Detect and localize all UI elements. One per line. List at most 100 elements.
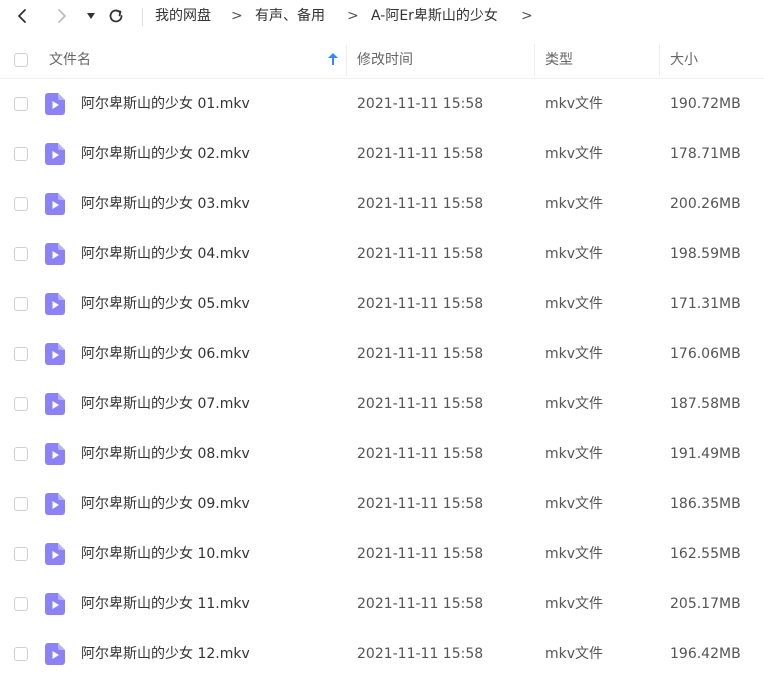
row-checkbox[interactable]	[14, 247, 28, 261]
file-size: 176.06MB	[670, 346, 741, 362]
video-file-icon	[45, 543, 65, 565]
file-size: 171.31MB	[670, 296, 741, 312]
file-size: 162.55MB	[670, 546, 741, 562]
file-modified-time: 2021-11-11 15:58	[357, 546, 484, 562]
row-checkbox[interactable]	[14, 147, 28, 161]
file-size: 178.71MB	[670, 146, 741, 162]
video-file-icon	[45, 193, 65, 215]
back-button[interactable]	[11, 4, 33, 28]
file-row[interactable]: 阿尔卑斯山的少女 09.mkv 2021-11-11 15:58 mkv文件 1…	[0, 479, 764, 529]
file-row[interactable]: 阿尔卑斯山的少女 05.mkv 2021-11-11 15:58 mkv文件 1…	[0, 279, 764, 329]
file-type: mkv文件	[545, 346, 604, 362]
column-header-name[interactable]: 文件名	[49, 50, 91, 70]
toolbar-divider	[142, 8, 143, 26]
chevron-left-icon	[18, 9, 26, 23]
column-header-modified-time[interactable]: 修改时间	[357, 50, 413, 70]
file-size: 196.42MB	[670, 646, 741, 662]
file-row[interactable]: 阿尔卑斯山的少女 03.mkv 2021-11-11 15:58 mkv文件 2…	[0, 179, 764, 229]
file-size: 190.72MB	[670, 96, 741, 112]
file-modified-time: 2021-11-11 15:58	[357, 146, 484, 162]
file-row[interactable]: 阿尔卑斯山的少女 11.mkv 2021-11-11 15:58 mkv文件 2…	[0, 579, 764, 629]
file-size: 205.17MB	[670, 596, 741, 612]
row-checkbox[interactable]	[14, 347, 28, 361]
video-file-icon	[45, 143, 65, 165]
file-name[interactable]: 阿尔卑斯山的少女 06.mkv	[81, 344, 250, 364]
file-name[interactable]: 阿尔卑斯山的少女 08.mkv	[81, 444, 250, 464]
row-checkbox[interactable]	[14, 197, 28, 211]
file-modified-time: 2021-11-11 15:58	[357, 596, 484, 612]
row-checkbox[interactable]	[14, 647, 28, 661]
file-modified-time: 2021-11-11 15:58	[357, 396, 484, 412]
file-name[interactable]: 阿尔卑斯山的少女 10.mkv	[81, 544, 250, 564]
file-row[interactable]: 阿尔卑斯山的少女 04.mkv 2021-11-11 15:58 mkv文件 1…	[0, 229, 764, 279]
sort-ascending-icon[interactable]	[327, 52, 339, 66]
file-type: mkv文件	[545, 196, 604, 212]
file-row[interactable]: 阿尔卑斯山的少女 01.mkv 2021-11-11 15:58 mkv文件 1…	[0, 79, 764, 129]
file-name[interactable]: 阿尔卑斯山的少女 11.mkv	[81, 594, 250, 614]
file-row[interactable]: 阿尔卑斯山的少女 08.mkv 2021-11-11 15:58 mkv文件 1…	[0, 429, 764, 479]
column-divider[interactable]	[346, 44, 347, 76]
file-name[interactable]: 阿尔卑斯山的少女 09.mkv	[81, 494, 250, 514]
file-name[interactable]: 阿尔卑斯山的少女 12.mkv	[81, 644, 250, 664]
video-file-icon	[45, 493, 65, 515]
file-name[interactable]: 阿尔卑斯山的少女 07.mkv	[81, 394, 250, 414]
file-modified-time: 2021-11-11 15:58	[357, 446, 484, 462]
breadcrumb-my-drive[interactable]: 我的网盘	[155, 6, 211, 26]
refresh-button[interactable]	[105, 4, 127, 28]
video-file-icon	[45, 243, 65, 265]
select-all-checkbox[interactable]	[14, 53, 28, 67]
file-type: mkv文件	[545, 496, 604, 512]
forward-button[interactable]	[51, 4, 73, 28]
row-checkbox[interactable]	[14, 597, 28, 611]
column-divider[interactable]	[534, 44, 535, 76]
row-checkbox[interactable]	[14, 97, 28, 111]
video-file-icon	[45, 643, 65, 665]
video-file-icon	[45, 443, 65, 465]
file-modified-time: 2021-11-11 15:58	[357, 496, 484, 512]
file-size: 200.26MB	[670, 196, 741, 212]
file-modified-time: 2021-11-11 15:58	[357, 296, 484, 312]
file-name[interactable]: 阿尔卑斯山的少女 03.mkv	[81, 194, 250, 214]
file-type: mkv文件	[545, 296, 604, 312]
breadcrumb-separator: >	[231, 8, 243, 24]
file-row[interactable]: 阿尔卑斯山的少女 10.mkv 2021-11-11 15:58 mkv文件 1…	[0, 529, 764, 579]
row-checkbox[interactable]	[14, 397, 28, 411]
toolbar: 我的网盘 > 有声、备用 > A-阿Er卑斯山的少女 >	[0, 0, 764, 34]
file-modified-time: 2021-11-11 15:58	[357, 196, 484, 212]
row-checkbox[interactable]	[14, 447, 28, 461]
file-size: 198.59MB	[670, 246, 741, 262]
file-modified-time: 2021-11-11 15:58	[357, 96, 484, 112]
video-file-icon	[45, 343, 65, 365]
file-row[interactable]: 阿尔卑斯山的少女 06.mkv 2021-11-11 15:58 mkv文件 1…	[0, 329, 764, 379]
breadcrumb-current-folder[interactable]: A-阿Er卑斯山的少女	[371, 6, 498, 26]
file-name[interactable]: 阿尔卑斯山的少女 02.mkv	[81, 144, 250, 164]
file-size: 186.35MB	[670, 496, 741, 512]
file-type: mkv文件	[545, 596, 604, 612]
file-name[interactable]: 阿尔卑斯山的少女 04.mkv	[81, 244, 250, 264]
breadcrumb-folder-audio-backup[interactable]: 有声、备用	[255, 6, 325, 26]
file-row[interactable]: 阿尔卑斯山的少女 07.mkv 2021-11-11 15:58 mkv文件 1…	[0, 379, 764, 429]
file-modified-time: 2021-11-11 15:58	[357, 246, 484, 262]
column-header-type[interactable]: 类型	[545, 50, 573, 70]
file-name[interactable]: 阿尔卑斯山的少女 05.mkv	[81, 294, 250, 314]
video-file-icon	[45, 593, 65, 615]
file-type: mkv文件	[545, 396, 604, 412]
file-type: mkv文件	[545, 246, 604, 262]
video-file-icon	[45, 93, 65, 115]
row-checkbox[interactable]	[14, 547, 28, 561]
file-row[interactable]: 阿尔卑斯山的少女 02.mkv 2021-11-11 15:58 mkv文件 1…	[0, 129, 764, 179]
row-checkbox[interactable]	[14, 497, 28, 511]
video-file-icon	[45, 393, 65, 415]
refresh-icon	[109, 9, 123, 23]
file-name[interactable]: 阿尔卑斯山的少女 01.mkv	[81, 94, 250, 114]
row-checkbox[interactable]	[14, 297, 28, 311]
file-modified-time: 2021-11-11 15:58	[357, 346, 484, 362]
file-row[interactable]: 阿尔卑斯山的少女 12.mkv 2021-11-11 15:58 mkv文件 1…	[0, 629, 764, 679]
file-modified-time: 2021-11-11 15:58	[357, 646, 484, 662]
file-size: 191.49MB	[670, 446, 741, 462]
breadcrumb-separator: >	[521, 8, 533, 24]
history-dropdown-button[interactable]	[80, 4, 102, 28]
breadcrumb-separator: >	[347, 8, 359, 24]
column-divider[interactable]	[659, 44, 660, 76]
column-header-size[interactable]: 大小	[670, 50, 698, 70]
